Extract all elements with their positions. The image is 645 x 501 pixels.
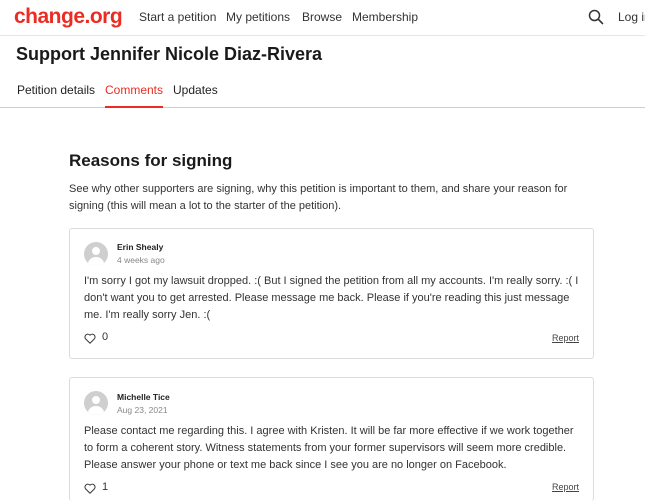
commenter-name: Erin Shealy (117, 242, 164, 252)
comment-card: Erin Shealy 4 weeks ago I'm sorry I got … (69, 228, 594, 359)
comment-timestamp: 4 weeks ago (117, 255, 165, 265)
heart-icon[interactable] (84, 333, 96, 344)
section-heading: Reasons for signing (69, 151, 233, 170)
search-icon[interactable] (588, 9, 604, 25)
commenter-name: Michelle Tice (117, 392, 170, 402)
like-count: 1 (102, 481, 109, 493)
comment-timestamp: Aug 23, 2021 (117, 405, 168, 415)
report-link[interactable]: Report (552, 333, 579, 343)
nav-start-petition[interactable]: Start a petition (139, 10, 216, 24)
petition-tabs: Petition details Comments Updates (0, 76, 645, 108)
login-link[interactable]: Log in (618, 10, 645, 24)
avatar (84, 391, 108, 415)
comment-text: I'm sorry I got my lawsuit dropped. :( B… (84, 275, 579, 321)
top-navigation: change.org Start a petition My petitions… (0, 0, 645, 36)
report-link[interactable]: Report (552, 482, 579, 492)
nav-browse[interactable]: Browse (302, 10, 342, 24)
heart-icon[interactable] (84, 483, 96, 494)
comment-card: Michelle Tice Aug 23, 2021 Please contac… (69, 377, 594, 501)
nav-my-petitions[interactable]: My petitions (226, 10, 290, 24)
comment-text: Please contact me regarding this. I agre… (84, 425, 574, 471)
change-org-logo[interactable]: change.org (14, 5, 123, 29)
like-count: 0 (102, 331, 109, 343)
avatar (84, 242, 108, 266)
tab-comments[interactable]: Comments (105, 83, 164, 108)
page-title: Support Jennifer Nicole Diaz-Rivera (16, 44, 323, 64)
tab-updates[interactable]: Updates (173, 83, 218, 106)
section-description: See why other supporters are signing, wh… (69, 183, 568, 212)
tab-petition-details[interactable]: Petition details (17, 83, 95, 106)
nav-membership[interactable]: Membership (352, 10, 418, 24)
